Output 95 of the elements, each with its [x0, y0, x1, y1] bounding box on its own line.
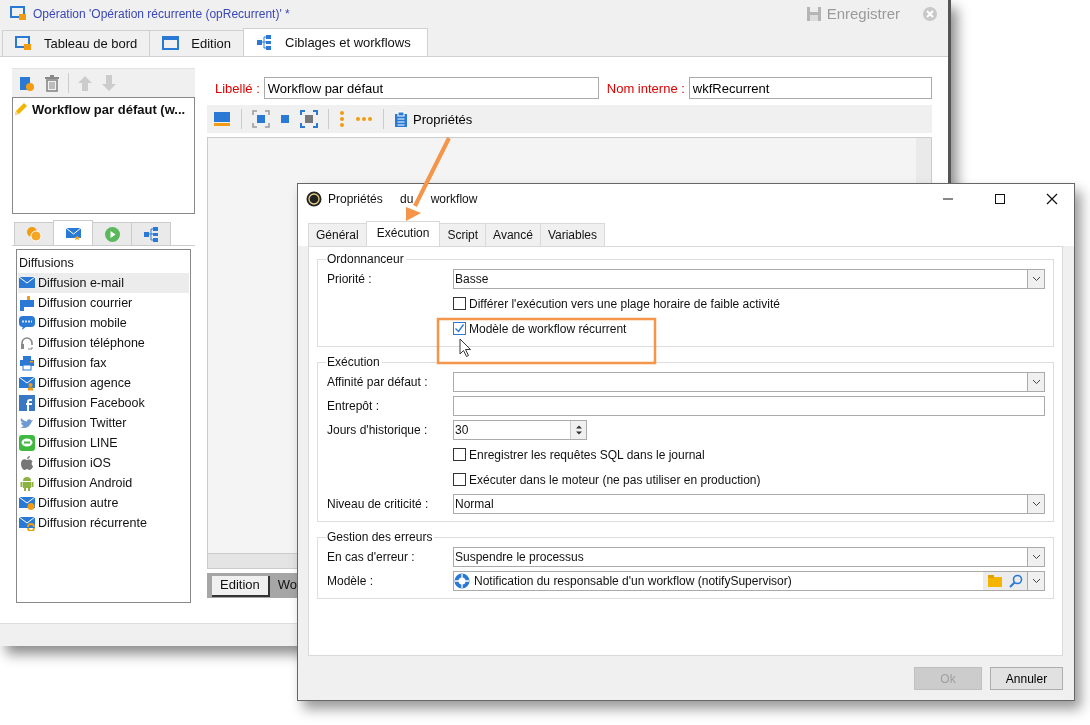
dropdown[interactable]: Basse: [453, 269, 1045, 289]
field-label: Priorité :: [327, 272, 373, 286]
tab[interactable]: [92, 222, 132, 246]
tab[interactable]: [131, 222, 171, 246]
workflow-icon: [256, 34, 273, 52]
dashboard-icon: [10, 5, 27, 22]
internal-name-field[interactable]: wkfRecurrent: [688, 77, 932, 100]
field-label: Modèle :: [327, 574, 375, 588]
tab[interactable]: Edition: [212, 576, 270, 598]
list-item[interactable]: Diffusion mobile: [18, 313, 189, 334]
dashboard-icon: [15, 35, 32, 53]
list-item[interactable]: Diffusion Facebook: [18, 393, 189, 414]
list-item[interactable]: Diffusion Twitter: [18, 413, 189, 434]
dialog-title: Propriétés du workflow: [328, 192, 478, 206]
fit-icon[interactable]: [252, 110, 270, 129]
checkbox-label: Exécuter dans le moteur (ne pas utiliser en production): [469, 472, 761, 487]
close-icon[interactable]: [1046, 193, 1058, 205]
chevron-down-icon: [1031, 379, 1041, 385]
field-label: Nom interne :: [606, 80, 685, 96]
chat-bubble-icon: [19, 315, 35, 332]
cursor-icon: [459, 338, 471, 357]
envelope-globe-icon: [19, 495, 35, 512]
field-label: En cas d'erreur :: [327, 550, 416, 564]
list-item[interactable]: Diffusion téléphone: [18, 333, 189, 354]
field-label: Entrepôt :: [327, 399, 381, 413]
envelope-refresh-icon: [19, 515, 35, 532]
checkbox[interactable]: [453, 322, 466, 335]
group-title: Exécution: [326, 355, 382, 369]
zoom-fit-icon[interactable]: [300, 110, 318, 129]
app-icon: [306, 191, 322, 207]
pencil-icon: [13, 101, 29, 118]
dialog-button[interactable]: Annuler: [990, 667, 1063, 690]
dropdown[interactable]: [453, 372, 1045, 392]
envelope-person-icon: [19, 375, 35, 392]
tab[interactable]: Script: [439, 223, 487, 246]
field-label: Jours d'historique :: [327, 423, 429, 437]
window-icon: [162, 35, 180, 53]
chevron-down-icon: [1031, 276, 1041, 282]
spinner-arrows-icon[interactable]: [573, 423, 584, 437]
save-icon: [805, 5, 822, 22]
checkbox-label: Différer l'exécution vers une plage horaire de faible activité: [469, 296, 780, 311]
chevron-down-icon: [1031, 554, 1041, 560]
tab[interactable]: Tableau de bord: [2, 30, 151, 57]
field-label: Affinité par défaut :: [327, 375, 429, 389]
workflow-icon: [142, 225, 160, 243]
clipboard-icon: [394, 110, 408, 128]
apple-icon: [19, 455, 35, 472]
horizontal-dots-icon[interactable]: [355, 116, 373, 123]
headset-icon: [19, 335, 35, 352]
list-item[interactable]: Diffusion Android: [18, 473, 189, 494]
list-item[interactable]: Diffusion e-mail: [18, 273, 189, 294]
checkbox[interactable]: [453, 473, 466, 486]
tab[interactable]: Avancé: [485, 223, 541, 246]
group-title: Ordonnanceur: [326, 252, 406, 266]
list-item[interactable]: Diffusion LINE: [18, 433, 189, 454]
square-icon[interactable]: [280, 114, 290, 125]
list-item[interactable]: Diffusion courrier: [18, 293, 189, 314]
tab[interactable]: Général: [308, 223, 367, 246]
list-item[interactable]: Diffusion fax: [18, 353, 189, 374]
number-field[interactable]: 30: [453, 420, 587, 440]
window-title: Opération 'Opération récurrente (opRecurrent)' *: [33, 6, 290, 21]
maximize-icon[interactable]: [994, 193, 1006, 205]
checkbox-label: Enregistrer les requêtes SQL dans le journal: [469, 447, 705, 462]
mailbox-icon: [19, 295, 35, 312]
play-icon: [103, 225, 121, 243]
tab[interactable]: Ciblages et workflows: [243, 28, 428, 57]
list-item[interactable]: Diffusion autre: [18, 493, 189, 514]
list-item[interactable]: Diffusion iOS: [18, 453, 189, 474]
properties-button[interactable]: Propriétés: [394, 110, 473, 128]
dropdown[interactable]: Normal: [453, 494, 1045, 514]
field-label: Libellé :: [215, 80, 260, 96]
workflow-item[interactable]: Workflow par défaut (w...: [32, 101, 186, 117]
checkbox-label: Modèle de workflow récurrent: [469, 321, 627, 336]
chevron-down-icon: [1031, 501, 1041, 507]
field-label: Niveau de criticité :: [327, 497, 430, 511]
chat-bubble-icon: [19, 435, 35, 452]
dropdown[interactable]: Suspendre le processus: [453, 547, 1045, 567]
input-field[interactable]: [453, 396, 1045, 416]
robot-icon: [19, 475, 35, 492]
new-workflow-icon[interactable]: [18, 74, 36, 93]
check-icon: [454, 323, 465, 334]
layout-icon[interactable]: [213, 110, 231, 129]
social-icon: [19, 395, 35, 412]
tab[interactable]: Variables: [539, 223, 606, 246]
vertical-dots-icon[interactable]: [339, 110, 345, 129]
circles-icon: [25, 225, 43, 243]
label-field[interactable]: Workflow par défaut: [263, 77, 599, 100]
trash-icon[interactable]: [44, 74, 60, 93]
list-item[interactable]: Diffusion récurrente: [18, 513, 189, 534]
list-item[interactable]: Diffusion agence: [18, 373, 189, 394]
checkbox[interactable]: [453, 448, 466, 461]
printer-icon: [19, 355, 35, 372]
list-header: Diffusions: [18, 255, 75, 273]
group-title: Gestion des erreurs: [326, 530, 435, 544]
checkbox[interactable]: [453, 297, 466, 310]
